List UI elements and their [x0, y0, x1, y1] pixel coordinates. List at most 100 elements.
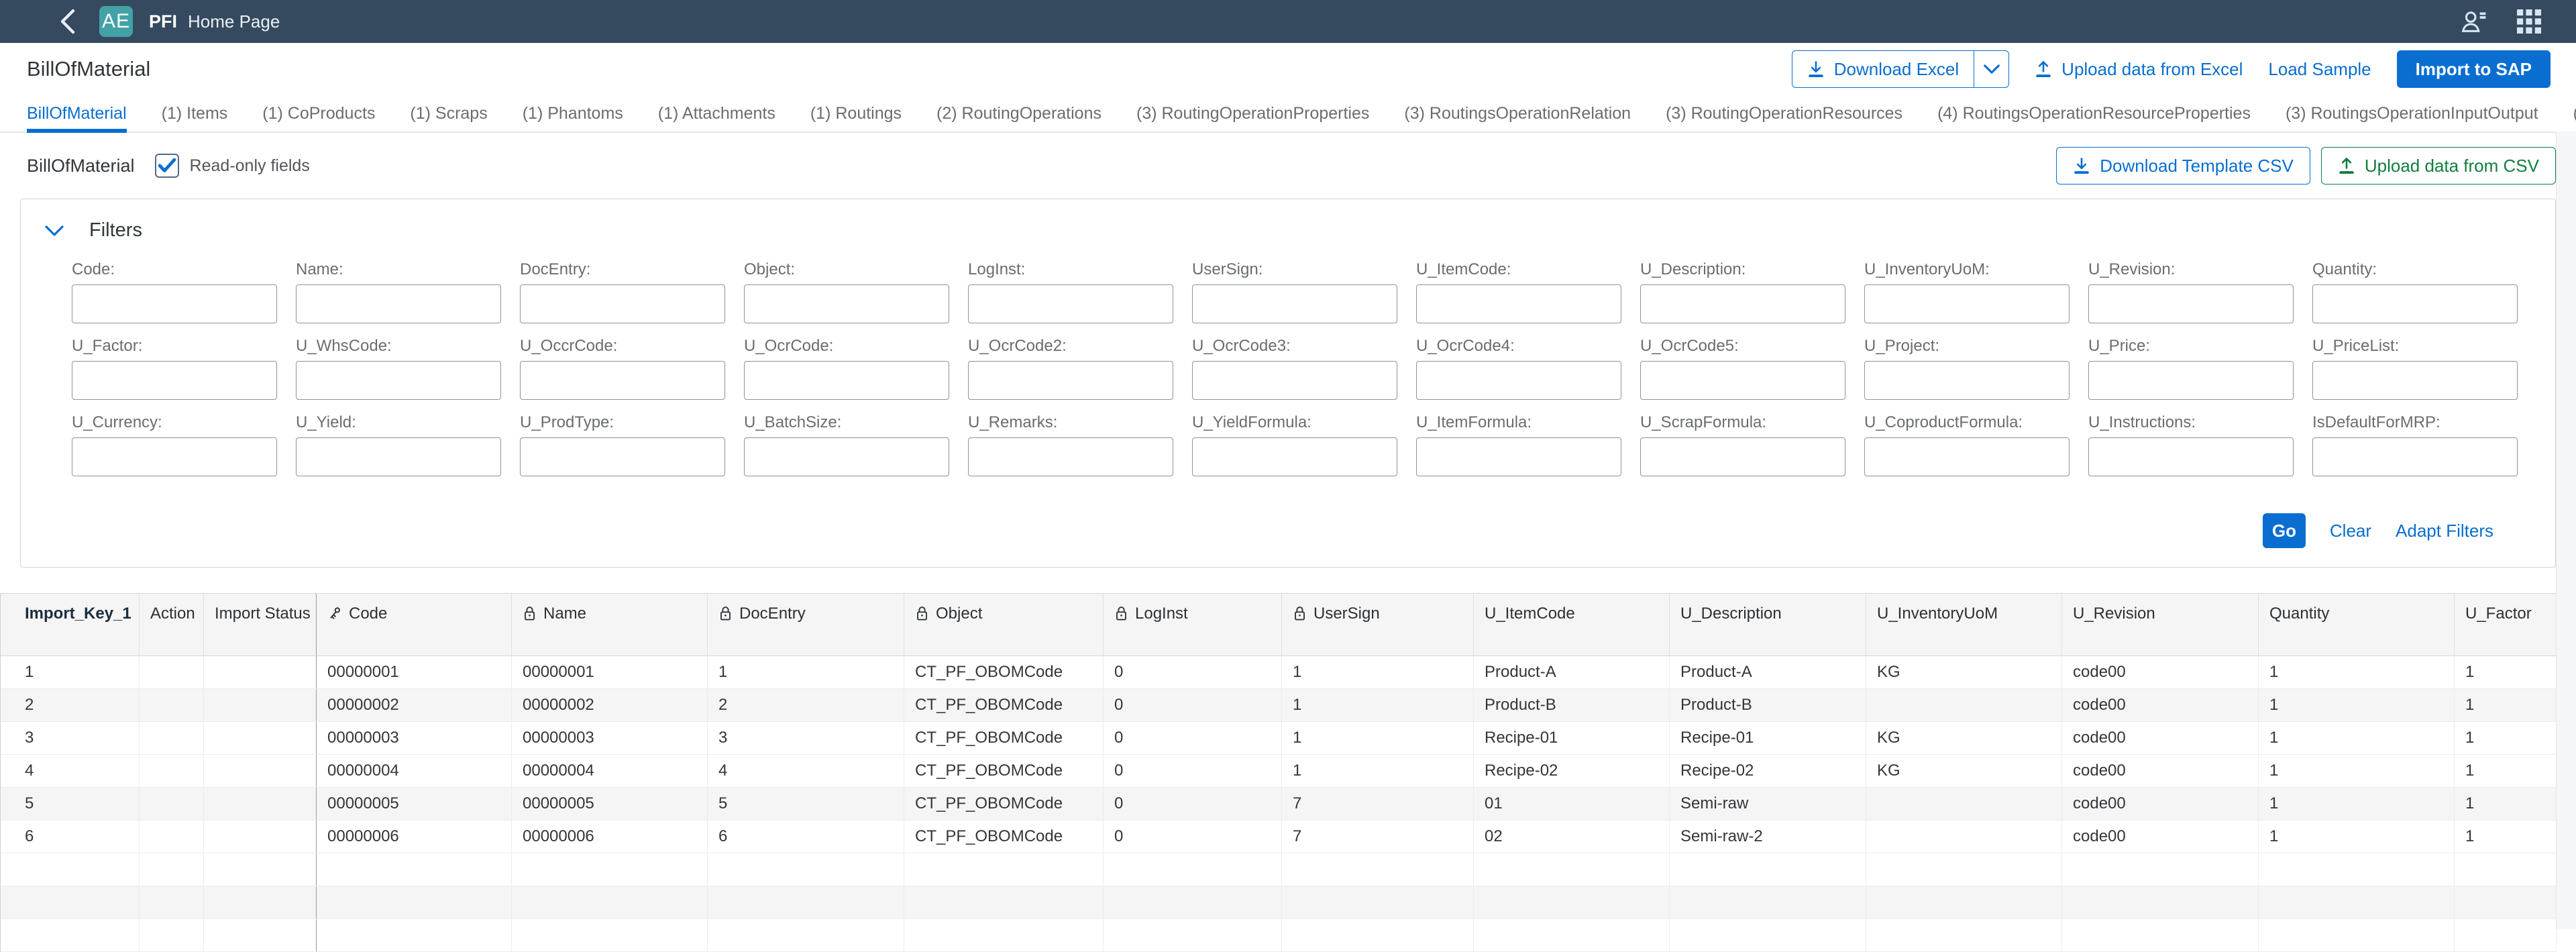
cell-loginst: 0 — [1104, 656, 1282, 688]
filter-input-u-scrapformula[interactable] — [1640, 437, 1845, 476]
cell-name — [512, 886, 708, 918]
filter-input-u-yieldformula[interactable] — [1192, 437, 1397, 476]
filter-input-u-revision[interactable] — [2088, 284, 2294, 323]
filter-input-u-yield[interactable] — [296, 437, 501, 476]
tab--2-routingoperations[interactable]: (2) RoutingOperations — [936, 95, 1102, 131]
filter-input-u-itemformula[interactable] — [1416, 437, 1621, 476]
tab--3-routingoperationproperties[interactable]: (3) RoutingOperationProperties — [1136, 95, 1369, 131]
filter-field-u-ocrcode5: U_OcrCode5: — [1640, 337, 1845, 400]
filter-field-u-occrcode: U_OccrCode: — [520, 337, 725, 400]
filter-input-quantity[interactable] — [2312, 284, 2518, 323]
filter-input-u-project[interactable] — [1864, 361, 2070, 400]
filter-input-u-batchsize[interactable] — [744, 437, 949, 476]
tab--1-attachments[interactable]: (1) Attachments — [658, 95, 775, 131]
filter-input-u-ocrcode2[interactable] — [968, 361, 1173, 400]
column-header-u-itemcode[interactable]: U_ItemCode — [1474, 594, 1670, 655]
table-empty-row[interactable] — [1, 919, 2556, 952]
filter-input-u-coproductformula[interactable] — [1864, 437, 2070, 476]
filter-input-u-inventoryuom[interactable] — [1864, 284, 2070, 323]
tab--1-routings[interactable]: (1) Routings — [810, 95, 902, 131]
upload-icon — [2035, 60, 2052, 78]
app-logo[interactable]: AE — [99, 6, 133, 37]
filter-input-u-remarks[interactable] — [968, 437, 1173, 476]
filter-input-docentry[interactable] — [520, 284, 725, 323]
vertical-scrollbar[interactable] — [2556, 131, 2576, 929]
cell-u-factor: 1 — [2455, 656, 2557, 688]
column-header-u-revision[interactable]: U_Revision — [2062, 594, 2259, 655]
column-header-u-inventoryuom[interactable]: U_InventoryUoM — [1866, 594, 2062, 655]
filter-input-usersign[interactable] — [1192, 284, 1397, 323]
table-row[interactable]: 300000003000000033CT_PF_OBOMCode01Recipe… — [1, 722, 2556, 755]
filter-input-u-occrcode[interactable] — [520, 361, 725, 400]
app-grid-icon[interactable] — [2516, 8, 2542, 35]
filter-label-u-currency: U_Currency: — [72, 413, 277, 432]
filter-input-u-whscode[interactable] — [296, 361, 501, 400]
filter-input-u-ocrcode3[interactable] — [1192, 361, 1397, 400]
column-header-quantity[interactable]: Quantity — [2259, 594, 2455, 655]
table-empty-row[interactable] — [1, 853, 2556, 886]
filter-input-u-itemcode[interactable] — [1416, 284, 1621, 323]
cell-code — [317, 886, 512, 918]
filter-input-name[interactable] — [296, 284, 501, 323]
table-row[interactable]: 200000002000000022CT_PF_OBOMCode01Produc… — [1, 689, 2556, 722]
tab--1-items[interactable]: (1) Items — [162, 95, 228, 131]
table-row[interactable]: 400000004000000044CT_PF_OBOMCode01Recipe… — [1, 755, 2556, 788]
go-button[interactable]: Go — [2263, 513, 2306, 548]
user-settings-icon[interactable] — [2459, 8, 2489, 35]
column-header-action[interactable]: Action — [140, 594, 204, 655]
filter-field-u-ocrcode3: U_OcrCode3: — [1192, 337, 1397, 400]
filter-input-u-price[interactable] — [2088, 361, 2294, 400]
table-empty-row[interactable] — [1, 886, 2556, 919]
filter-label-u-whscode: U_WhsCode: — [296, 337, 501, 356]
tab--3-routingsoperationrelation[interactable]: (3) RoutingsOperationRelation — [1404, 95, 1631, 131]
column-header-import-status[interactable]: Import Status — [204, 594, 317, 655]
column-header-u-description[interactable]: U_Description — [1670, 594, 1866, 655]
tab--1-phantoms[interactable]: (1) Phantoms — [523, 95, 623, 131]
tab--3-routingsoperationinputoutput[interactable]: (3) RoutingsOperationInputOutput — [2286, 95, 2538, 131]
column-header-usersign[interactable]: UserSign — [1282, 594, 1474, 655]
clear-button[interactable]: Clear — [2330, 521, 2371, 541]
filter-input-u-pricelist[interactable] — [2312, 361, 2518, 400]
download-template-csv-button[interactable]: Download Template CSV — [2056, 147, 2310, 184]
column-header-name[interactable]: Name — [512, 594, 708, 655]
tab-billofmaterial[interactable]: BillOfMaterial — [27, 95, 127, 131]
column-header-docentry[interactable]: DocEntry — [708, 594, 904, 655]
column-header-loginst[interactable]: LogInst — [1104, 594, 1282, 655]
filter-input-object[interactable] — [744, 284, 949, 323]
filter-input-loginst[interactable] — [968, 284, 1173, 323]
adapt-filters-button[interactable]: Adapt Filters — [2396, 521, 2493, 541]
import-to-sap-button[interactable]: Import to SAP — [2397, 50, 2551, 88]
tab--4-routingsoperationresourceproperties[interactable]: (4) RoutingsOperationResourceProperties — [1937, 95, 2251, 131]
column-label: UserSign — [1313, 604, 1380, 623]
tab--4-routingsoperationinputoutputproperties[interactable]: (4) RoutingsOperationInputOutputProperti… — [2573, 95, 2576, 131]
filter-input-u-ocrcode5[interactable] — [1640, 361, 1845, 400]
load-sample-button[interactable]: Load Sample — [2268, 59, 2371, 80]
readonly-fields-checkbox[interactable] — [155, 154, 179, 178]
column-header-code[interactable]: Code — [317, 594, 512, 655]
tab--1-scraps[interactable]: (1) Scraps — [410, 95, 487, 131]
column-header-import-key-1[interactable]: Import_Key_1 — [1, 594, 140, 655]
filter-input-u-description[interactable] — [1640, 284, 1845, 323]
download-excel-menu-button[interactable] — [1974, 51, 2008, 87]
tab--3-routingoperationresources[interactable]: (3) RoutingOperationResources — [1666, 95, 1902, 131]
upload-data-from-csv-button[interactable]: Upload data from CSV — [2321, 147, 2556, 184]
filter-input-u-ocrcode[interactable] — [744, 361, 949, 400]
column-header-object[interactable]: Object — [904, 594, 1104, 655]
tab--1-coproducts[interactable]: (1) CoProducts — [262, 95, 375, 131]
column-header-u-factor[interactable]: U_Factor — [2455, 594, 2557, 655]
filter-input-u-factor[interactable] — [72, 361, 277, 400]
filter-input-u-instructions[interactable] — [2088, 437, 2294, 476]
filter-input-u-currency[interactable] — [72, 437, 277, 476]
filters-panel-header[interactable]: Filters — [21, 199, 2555, 242]
filter-input-u-ocrcode4[interactable] — [1416, 361, 1621, 400]
filter-input-u-prodtype[interactable] — [520, 437, 725, 476]
upload-data-from-excel-button[interactable]: Upload data from Excel — [2035, 59, 2243, 80]
table-row[interactable]: 500000005000000055CT_PF_OBOMCode0701Semi… — [1, 788, 2556, 821]
back-icon[interactable] — [59, 9, 76, 34]
filter-input-isdefaultformrp[interactable] — [2312, 437, 2518, 476]
filter-input-code[interactable] — [72, 284, 277, 323]
table-row[interactable]: 100000001000000011CT_PF_OBOMCode01Produc… — [1, 656, 2556, 689]
filter-label-docentry: DocEntry: — [520, 260, 725, 279]
table-row[interactable]: 600000006000000066CT_PF_OBOMCode0702Semi… — [1, 821, 2556, 853]
download-excel-button[interactable]: Download Excel — [1792, 51, 1974, 87]
